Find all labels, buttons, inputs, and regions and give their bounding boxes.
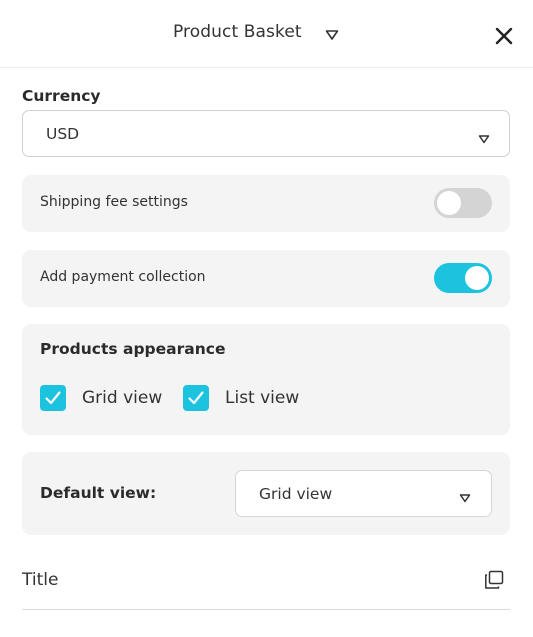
copy-icon[interactable]: [484, 570, 504, 590]
toggle-knob: [437, 191, 461, 215]
payment-collection-toggle[interactable]: [434, 263, 492, 293]
checkmark-icon: [45, 391, 61, 405]
products-appearance-title: Products appearance: [40, 340, 226, 358]
currency-label: Currency: [22, 87, 101, 105]
triangle-down-icon: [325, 26, 339, 40]
shipping-fee-card: Shipping fee settings: [22, 175, 510, 232]
list-view-checkbox-item[interactable]: List view: [183, 385, 299, 411]
payment-collection-card: Add payment collection: [22, 250, 510, 307]
toggle-knob: [465, 266, 489, 290]
title-label: Title: [22, 570, 59, 590]
payment-collection-label: Add payment collection: [40, 269, 206, 285]
currency-select[interactable]: USD: [22, 110, 510, 157]
list-view-label: List view: [225, 388, 300, 408]
close-icon[interactable]: [494, 26, 514, 46]
chevron-down-icon: [459, 488, 471, 503]
list-view-checkbox[interactable]: [183, 385, 209, 411]
title-field-row: Title: [22, 560, 510, 610]
panel-header: Product Basket: [0, 0, 533, 68]
grid-view-checkbox-item[interactable]: Grid view: [40, 385, 162, 411]
currency-value: USD: [46, 125, 80, 143]
shipping-fee-label: Shipping fee settings: [40, 194, 188, 210]
default-view-select[interactable]: Grid view: [235, 470, 492, 517]
default-view-value: Grid view: [259, 485, 333, 503]
chevron-down-icon: [478, 129, 490, 144]
grid-view-label: Grid view: [82, 388, 163, 408]
panel-title: Product Basket: [173, 22, 302, 42]
default-view-label: Default view:: [40, 484, 157, 502]
default-view-card: Default view: Grid view: [22, 452, 510, 535]
grid-view-checkbox[interactable]: [40, 385, 66, 411]
checkmark-icon: [188, 391, 204, 405]
shipping-fee-toggle[interactable]: [434, 188, 492, 218]
panel-title-dropdown[interactable]: Product Basket: [173, 22, 339, 42]
products-appearance-card: Products appearance Grid view List view: [22, 324, 510, 435]
